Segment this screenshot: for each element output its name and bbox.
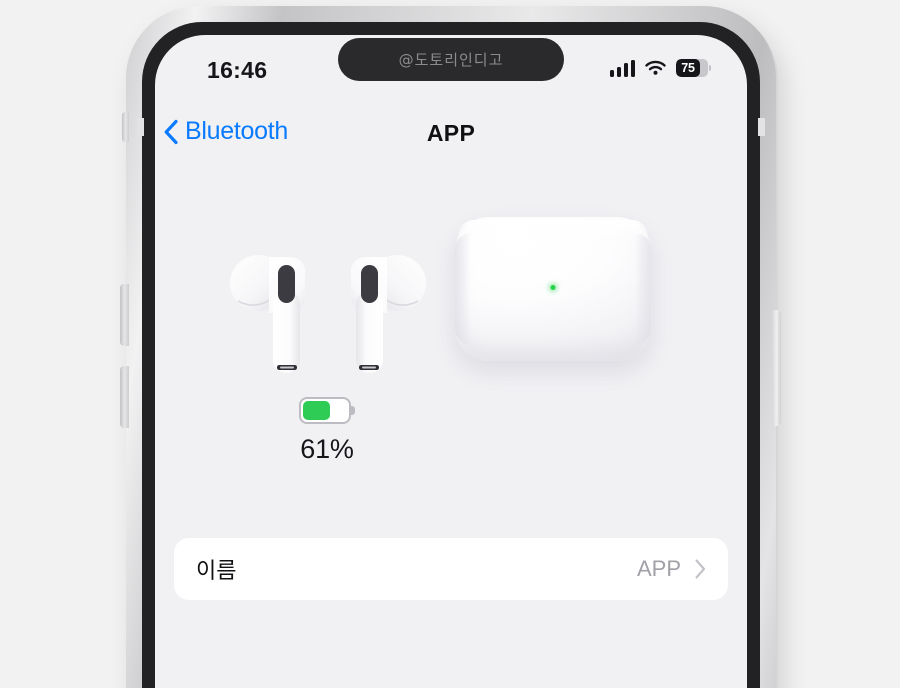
battery-icon: 75 xyxy=(676,59,711,77)
cellular-bars-icon xyxy=(609,59,635,77)
volume-down-button[interactable] xyxy=(120,366,129,428)
frame-antenna-seam-right xyxy=(758,118,765,136)
battery-percent-text: 61% xyxy=(300,434,354,464)
wifi-icon xyxy=(644,60,667,77)
airpods-earbuds-image xyxy=(227,249,437,389)
settings-row-name[interactable]: 이름 APP xyxy=(174,538,728,600)
charging-case-lid-seam xyxy=(458,220,648,242)
airpod-left-icon xyxy=(229,249,325,389)
status-led-green-icon xyxy=(550,285,556,290)
volume-up-button[interactable] xyxy=(120,284,129,346)
airpods-case-image xyxy=(455,217,665,387)
status-bar-time: 16:46 xyxy=(207,57,268,83)
settings-row-label: 이름 xyxy=(196,558,237,583)
frame-antenna-seam-left xyxy=(137,118,144,136)
screenshot-root: 16:46 75 @도토리인디고 Bluetooth APP 61% 이름 AP… xyxy=(0,0,900,688)
mute-switch[interactable] xyxy=(122,112,129,142)
settings-row-trailing: APP xyxy=(637,556,706,582)
battery-percent-label: 75 xyxy=(681,61,695,75)
power-button[interactable] xyxy=(772,310,781,426)
airpod-right-icon xyxy=(331,249,427,389)
dynamic-island: @도토리인디고 xyxy=(338,38,564,81)
navigation-bar: Bluetooth APP xyxy=(155,117,747,169)
chevron-right-icon xyxy=(695,559,706,579)
charging-case-edge-left xyxy=(455,233,471,345)
page-title: APP xyxy=(426,120,476,146)
phone-screen: 16:46 75 @도토리인디고 Bluetooth APP 61% 이름 AP… xyxy=(155,35,747,688)
battery-status-block: 61% xyxy=(267,397,387,465)
dynamic-island-watermark: @도토리인디고 xyxy=(398,51,504,69)
charging-case-body xyxy=(455,217,651,361)
device-illustration xyxy=(155,205,747,405)
status-bar-indicators: 75 xyxy=(609,59,711,77)
settings-row-value: APP xyxy=(636,556,681,581)
battery-icon-large xyxy=(299,397,355,424)
charging-case-edge-right xyxy=(635,233,651,345)
